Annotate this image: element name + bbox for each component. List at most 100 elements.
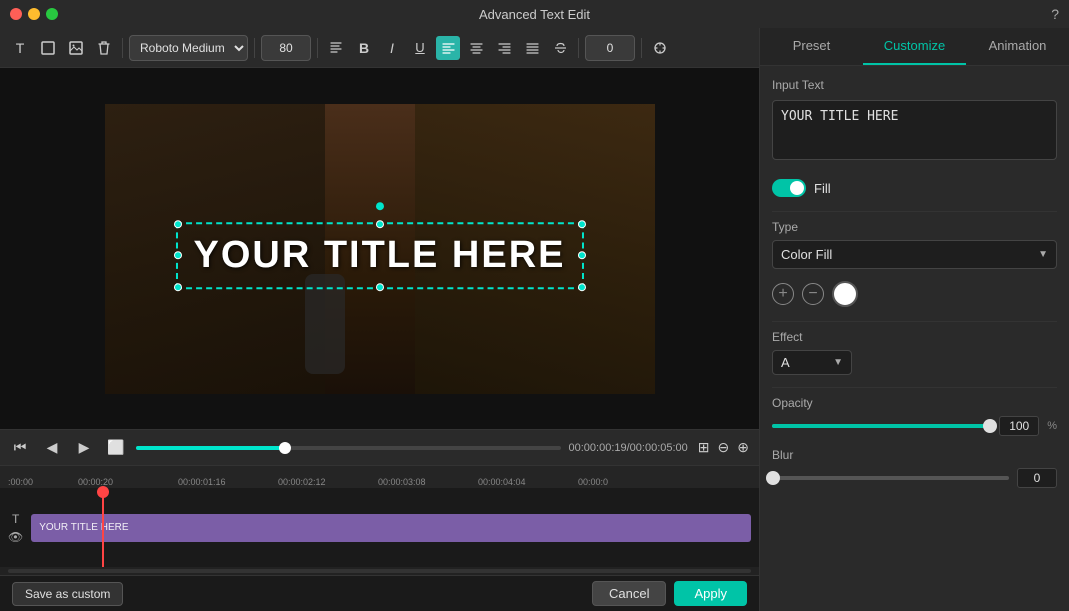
opacity-track[interactable] <box>772 424 991 428</box>
ruler-mark-0: :00:00 <box>8 477 33 487</box>
align-right-btn[interactable] <box>492 36 516 60</box>
divider-effect <box>772 387 1057 388</box>
apply-button[interactable]: Apply <box>674 581 747 606</box>
color-remove-button[interactable]: − <box>802 283 824 305</box>
handle-top-right[interactable] <box>578 220 586 228</box>
timeline-content: T 👁 YOUR TITLE HERE <box>0 488 759 567</box>
effect-select[interactable]: A ▼ <box>772 350 852 375</box>
handle-bottom-middle[interactable] <box>376 283 384 291</box>
blur-label: Blur <box>772 448 1057 462</box>
video-preview: YOUR TITLE HERE <box>0 68 759 429</box>
ruler-mark-3: 00:00:02:12 <box>278 477 326 487</box>
align-distributed-btn[interactable] <box>324 36 348 60</box>
progress-thumb[interactable] <box>279 442 291 454</box>
color-picker-row: + − <box>772 281 1057 307</box>
bottom-actions: Cancel Apply <box>592 581 747 606</box>
ruler-mark-1: 00:00:20 <box>78 477 113 487</box>
text-overlay[interactable]: YOUR TITLE HERE <box>175 222 583 289</box>
divider-fill <box>772 211 1057 212</box>
scrollbar-track[interactable] <box>8 569 751 573</box>
opacity-unit: % <box>1047 420 1057 432</box>
divider-3 <box>317 38 318 58</box>
progress-track[interactable] <box>136 446 561 450</box>
handle-middle-right[interactable] <box>578 251 586 259</box>
type-select-value: Color Fill <box>781 247 832 262</box>
blur-value[interactable]: 0 <box>1017 468 1057 488</box>
skip-back-btn[interactable]: ⏮ <box>8 436 32 460</box>
timeline-track-label: YOUR TITLE HERE <box>39 522 128 533</box>
transform-btn[interactable] <box>648 36 672 60</box>
fill-label: Fill <box>814 181 831 196</box>
handle-middle-left[interactable] <box>173 251 181 259</box>
rotate-handle[interactable] <box>376 202 384 210</box>
font-family-select[interactable]: Roboto Medium <box>129 35 248 61</box>
fill-toggle[interactable] <box>772 179 806 197</box>
rotation-input[interactable] <box>585 35 635 61</box>
zoom-in-btn[interactable]: ⊕ <box>735 437 751 458</box>
opacity-row: Opacity 100 % <box>772 396 1057 436</box>
timeline-scrollbar <box>0 567 759 575</box>
blur-thumb[interactable] <box>766 471 780 485</box>
divider-5 <box>641 38 642 58</box>
color-add-button[interactable]: + <box>772 283 794 305</box>
align-justify-btn[interactable] <box>520 36 544 60</box>
effect-row: Effect A ▼ <box>772 330 1057 375</box>
full-view-btn[interactable]: ⬜ <box>104 436 128 460</box>
handle-bottom-left[interactable] <box>173 283 181 291</box>
timeline: :00:00 00:00:20 00:00:01:16 00:00:02:12 … <box>0 465 759 575</box>
playhead[interactable] <box>102 488 104 567</box>
handle-top-left[interactable] <box>173 220 181 228</box>
tab-preset[interactable]: Preset <box>760 28 863 65</box>
blur-row: Blur 0 <box>772 448 1057 488</box>
text-selection-box: YOUR TITLE HERE <box>175 222 583 289</box>
delete-tool-icon[interactable] <box>92 36 116 60</box>
help-icon[interactable]: ? <box>1051 6 1059 22</box>
left-panel: T Roboto Medium B I U <box>0 28 759 611</box>
close-button[interactable] <box>10 8 22 20</box>
fill-row: Fill <box>772 179 1057 197</box>
fit-view-btn[interactable]: ⊞ <box>696 437 712 458</box>
opacity-fill <box>772 424 991 428</box>
opacity-thumb[interactable] <box>983 419 997 433</box>
progress-fill <box>136 446 285 450</box>
blur-slider-control: 0 <box>772 468 1057 488</box>
tab-customize[interactable]: Customize <box>863 28 966 65</box>
timeline-track[interactable]: YOUR TITLE HERE <box>31 514 751 542</box>
handle-top-middle[interactable] <box>376 220 384 228</box>
input-text-label: Input Text <box>772 78 1057 92</box>
opacity-value[interactable]: 100 <box>999 416 1039 436</box>
opacity-slider-control: 100 % <box>772 416 1057 436</box>
divider-4 <box>578 38 579 58</box>
maximize-button[interactable] <box>46 8 58 20</box>
input-text-area[interactable]: YOUR TITLE HERE <box>772 100 1057 160</box>
bold-btn[interactable]: B <box>352 36 376 60</box>
blur-track[interactable] <box>772 476 1009 480</box>
play-btn[interactable]: ▶ <box>72 436 96 460</box>
color-swatch[interactable] <box>832 281 858 307</box>
zoom-out-btn[interactable]: ⊖ <box>716 437 732 458</box>
align-left-btn[interactable] <box>436 36 460 60</box>
timeline-text-btn[interactable]: T <box>8 512 23 526</box>
save-custom-button[interactable]: Save as custom <box>12 582 123 606</box>
underline-btn[interactable]: U <box>408 36 432 60</box>
handle-bottom-right[interactable] <box>578 283 586 291</box>
align-center-btn[interactable] <box>464 36 488 60</box>
timeline-visibility-btn[interactable]: 👁 <box>8 530 23 544</box>
cancel-button[interactable]: Cancel <box>592 581 666 606</box>
image-tool-icon[interactable] <box>64 36 88 60</box>
frame-tool-icon[interactable] <box>36 36 60 60</box>
window-title: Advanced Text Edit <box>479 7 590 22</box>
right-panel: Preset Customize Animation Input Text YO… <box>759 28 1069 611</box>
bottom-bar: Save as custom Cancel Apply <box>0 575 759 611</box>
chevron-down-icon: ▼ <box>1038 249 1048 260</box>
timeline-controls: T 👁 <box>8 512 23 544</box>
font-size-input[interactable] <box>261 35 311 61</box>
strikethrough-btn[interactable] <box>548 36 572 60</box>
tab-animation[interactable]: Animation <box>966 28 1069 65</box>
type-row: Type Color Fill ▼ <box>772 220 1057 269</box>
text-tool-icon[interactable]: T <box>8 36 32 60</box>
minimize-button[interactable] <box>28 8 40 20</box>
type-select[interactable]: Color Fill ▼ <box>772 240 1057 269</box>
italic-btn[interactable]: I <box>380 36 404 60</box>
play-prev-btn[interactable]: ◀ <box>40 436 64 460</box>
